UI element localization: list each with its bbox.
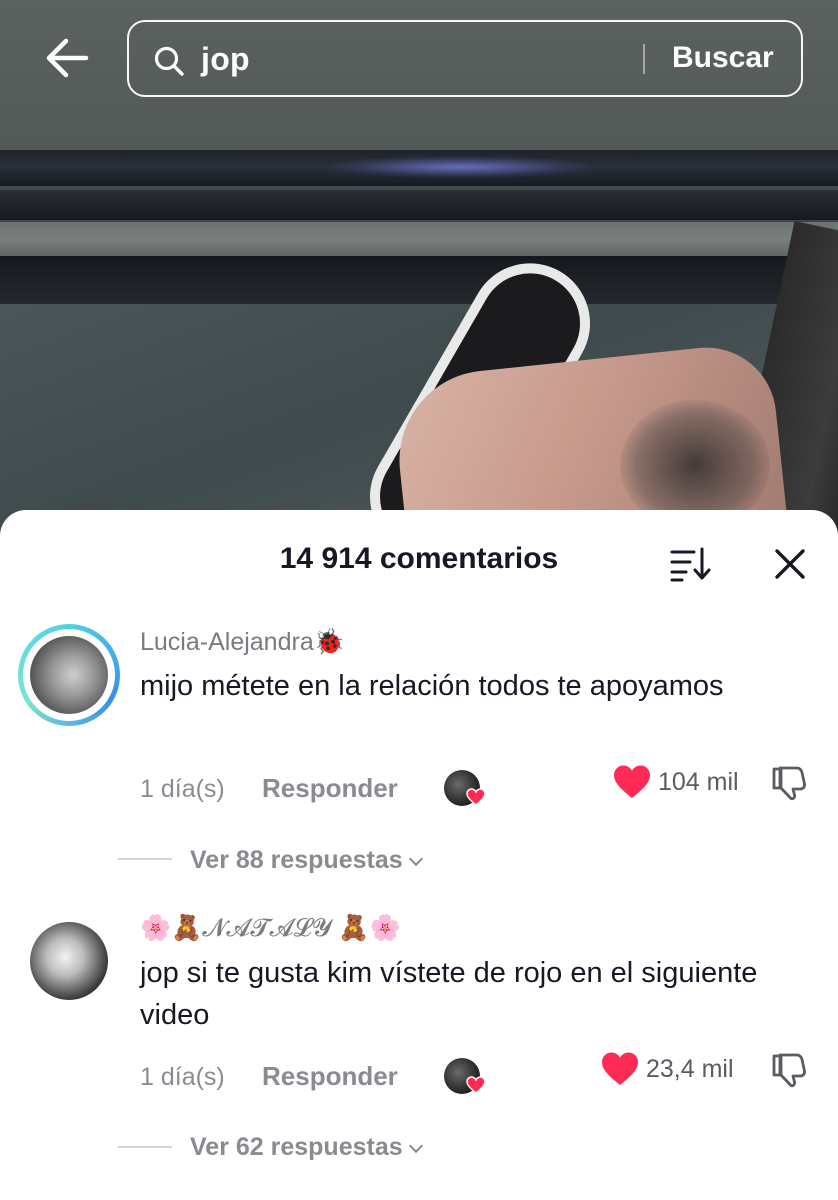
search-query[interactable]: jop <box>201 41 250 78</box>
close-icon[interactable] <box>772 546 808 582</box>
comment-text: mijo métete en la relación todos te apoy… <box>140 670 724 702</box>
search-input[interactable]: jop Buscar <box>127 20 803 97</box>
heart-icon <box>466 788 486 806</box>
view-replies-link[interactable]: Ver 62 respuestas <box>190 1133 423 1162</box>
search-button[interactable]: Buscar <box>672 41 774 75</box>
heart-icon[interactable] <box>600 1051 640 1087</box>
comment-time: 1 día(s) <box>140 1063 225 1091</box>
avatar[interactable] <box>30 922 108 1000</box>
view-replies-label: Ver 88 respuestas <box>190 846 403 874</box>
video-strip <box>0 222 838 256</box>
avatar[interactable] <box>30 636 108 714</box>
like-count: 23,4 mil <box>646 1055 734 1083</box>
view-replies-link[interactable]: Ver 88 respuestas <box>190 846 423 875</box>
video-rail <box>0 256 838 304</box>
dislike-icon[interactable] <box>770 1051 808 1089</box>
heart-icon <box>466 1076 486 1094</box>
comment-time: 1 día(s) <box>140 775 225 803</box>
back-button[interactable] <box>42 36 92 80</box>
heart-icon[interactable] <box>612 764 652 800</box>
view-replies-label: Ver 62 respuestas <box>190 1133 403 1161</box>
video-rail <box>0 190 838 220</box>
reply-button[interactable]: Responder <box>262 773 398 804</box>
reply-button[interactable]: Responder <box>262 1061 398 1092</box>
video-rail <box>0 150 838 186</box>
chevron-down-icon <box>408 851 423 867</box>
dislike-icon[interactable] <box>770 764 808 802</box>
search-icon <box>154 46 184 76</box>
back-arrow-icon <box>46 38 89 78</box>
comment-text: jop si te gusta kim vístete de rojo en e… <box>140 957 758 1031</box>
replies-divider <box>118 1146 172 1148</box>
chevron-down-icon <box>408 1138 423 1154</box>
like-count: 104 mil <box>658 768 739 796</box>
search-divider <box>643 44 645 74</box>
sort-icon[interactable] <box>668 544 712 584</box>
comments-count-title: 14 914 comentarios <box>279 542 559 575</box>
comments-sheet: 14 914 comentarios Lucia-Alejandra🐞 mijo… <box>0 510 838 1200</box>
comment-username[interactable]: Lucia-Alejandra🐞 <box>140 628 345 657</box>
comment-username[interactable]: 🌸🧸𝓝𝓐𝓣𝓐𝓛𝓨 🧸🌸 <box>140 914 401 943</box>
replies-divider <box>118 858 172 860</box>
